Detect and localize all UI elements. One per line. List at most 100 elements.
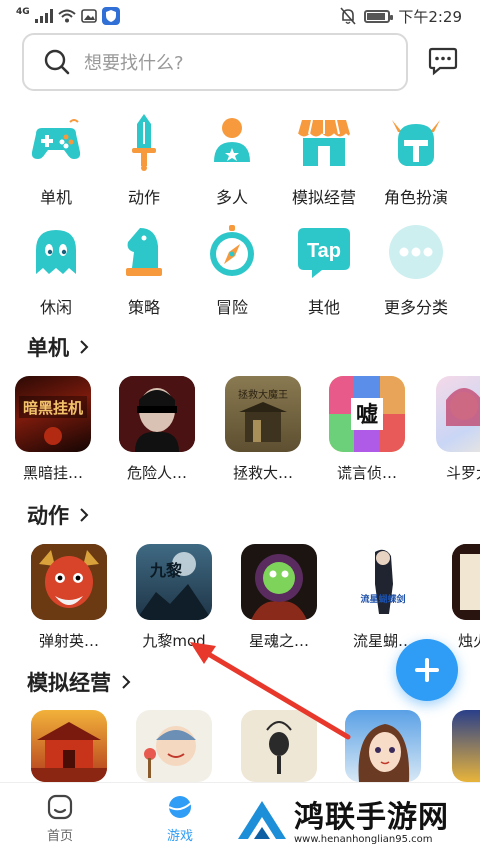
game-card[interactable]: 星魂之… [234,544,324,651]
game-name: 拯救大… [232,464,293,482]
watermark-url: www.henanhonglian95.com [294,834,433,845]
section-title: 模拟经营 [27,671,111,695]
section-title: 动作 [27,504,69,528]
game-name: 黑暗挂… [22,464,83,482]
category-multiplayer[interactable]: 多人 [184,112,280,208]
image-notification-icon [80,9,97,23]
cover-title: 嘘 [356,403,378,428]
game-name: 危险人… [126,464,187,482]
game-cover [241,710,317,782]
game-name: 斗罗大 [446,464,480,482]
cover-title: 九黎 [149,561,182,580]
game-card[interactable] [338,710,428,782]
game-cover [31,544,107,620]
category-adventure[interactable]: 冒险 [184,222,280,318]
game-card[interactable]: 嘘 谎言侦… [322,376,412,483]
people-icon [214,118,250,162]
game-cover: 九黎 [136,544,212,620]
game-card[interactable] [444,710,480,782]
section-header-simulation[interactable]: 模拟经营 [27,667,131,697]
game-card[interactable] [234,710,324,782]
category-more[interactable]: 更多分类 [368,222,464,318]
category-label: 单机 [39,188,72,207]
category-label: 多人 [215,188,248,207]
network-type: 4G [16,7,30,17]
game-cover [452,544,480,620]
section-title: 单机 [27,336,69,360]
tab-label: 游戏 [166,829,193,844]
signal-icon [34,9,53,23]
battery-icon [364,9,394,23]
wifi-icon [57,9,76,23]
category-label: 角色扮演 [383,188,448,207]
game-cover: 暗黑挂机 [15,376,91,452]
game-name: 谎言侦… [336,464,397,482]
svg-text:Tap: Tap [307,240,341,262]
category-rpg[interactable]: 角色扮演 [368,112,464,208]
category-label: 其他 [307,298,340,317]
game-cover: 流星蝴蝶剑 [345,544,421,620]
game-cover [31,710,107,782]
chevron-right-icon [122,675,131,689]
game-card[interactable]: 危险人… [112,376,202,483]
search-input[interactable]: 想要找什么? [84,49,184,75]
helmet-icon [392,120,440,166]
category-simulation[interactable]: 模拟经营 [276,112,372,208]
game-card[interactable]: 烛火 [444,544,480,651]
section-header-single[interactable]: 单机 [27,332,89,362]
tab-home[interactable]: 首页 [30,793,90,844]
game-cover [241,544,317,620]
add-button[interactable] [396,639,458,701]
game-card[interactable]: 流星蝴蝶剑 流星蝴… [338,544,428,651]
game-planet-icon [168,796,192,818]
category-action[interactable]: 动作 [96,112,192,208]
home-icon [47,794,73,820]
category-single[interactable]: 单机 [8,112,104,208]
tab-label: 首页 [46,829,73,844]
game-card[interactable]: 弹射英… [24,544,114,651]
watermark-logo [238,801,286,839]
game-card[interactable] [129,710,219,782]
category-label: 模拟经营 [291,188,356,207]
cover-title: 流星蝴蝶剑 [360,593,405,605]
game-cover: 嘘 [329,376,405,452]
watermark: 鸿联手游网 www.henanhonglian95.com [232,788,480,853]
chevron-right-icon [80,340,89,354]
category-label: 策略 [127,298,160,317]
game-cover [119,376,195,452]
watermark-title: 鸿联手游网 [294,800,449,835]
compass-icon [210,225,254,276]
ghost-icon [36,230,76,274]
category-other[interactable]: Tap 其他 [276,222,372,318]
status-time: 下午2:29 [398,7,462,26]
game-name: 弹射英… [38,632,99,650]
tab-games[interactable]: 游戏 [150,793,210,844]
category-label: 更多分类 [383,298,448,317]
game-card[interactable]: 暗黑挂机 黑暗挂… [8,376,98,483]
game-card[interactable]: 九黎 九黎mod [129,544,219,651]
status-bar: 4G 下午2:29 [0,0,480,32]
game-card[interactable] [24,710,114,782]
game-cover [452,710,480,782]
message-icon[interactable] [428,46,458,76]
category-strategy[interactable]: 策略 [96,222,192,318]
cover-title: 拯救大魔王 [238,388,288,401]
tap-icon: Tap [298,228,350,278]
game-card[interactable]: 斗罗大 [428,376,480,483]
sword-icon [132,114,156,171]
chevron-right-icon [80,508,89,522]
category-label: 冒险 [215,298,248,317]
search-bar[interactable]: 想要找什么? [22,33,408,91]
category-casual[interactable]: 休闲 [8,222,104,318]
game-cover [436,376,480,452]
game-cover [345,710,421,782]
game-card[interactable]: 拯救大魔王 拯救大… [218,376,308,483]
cover-title: 暗黑挂机 [23,399,83,417]
game-name: 九黎mod [142,632,206,650]
game-cover [136,710,212,782]
mute-bell-icon [340,7,356,25]
category-label: 动作 [127,188,160,207]
section-header-action[interactable]: 动作 [27,500,89,530]
game-cover: 拯救大魔王 [225,376,301,452]
category-label: 休闲 [39,298,72,317]
